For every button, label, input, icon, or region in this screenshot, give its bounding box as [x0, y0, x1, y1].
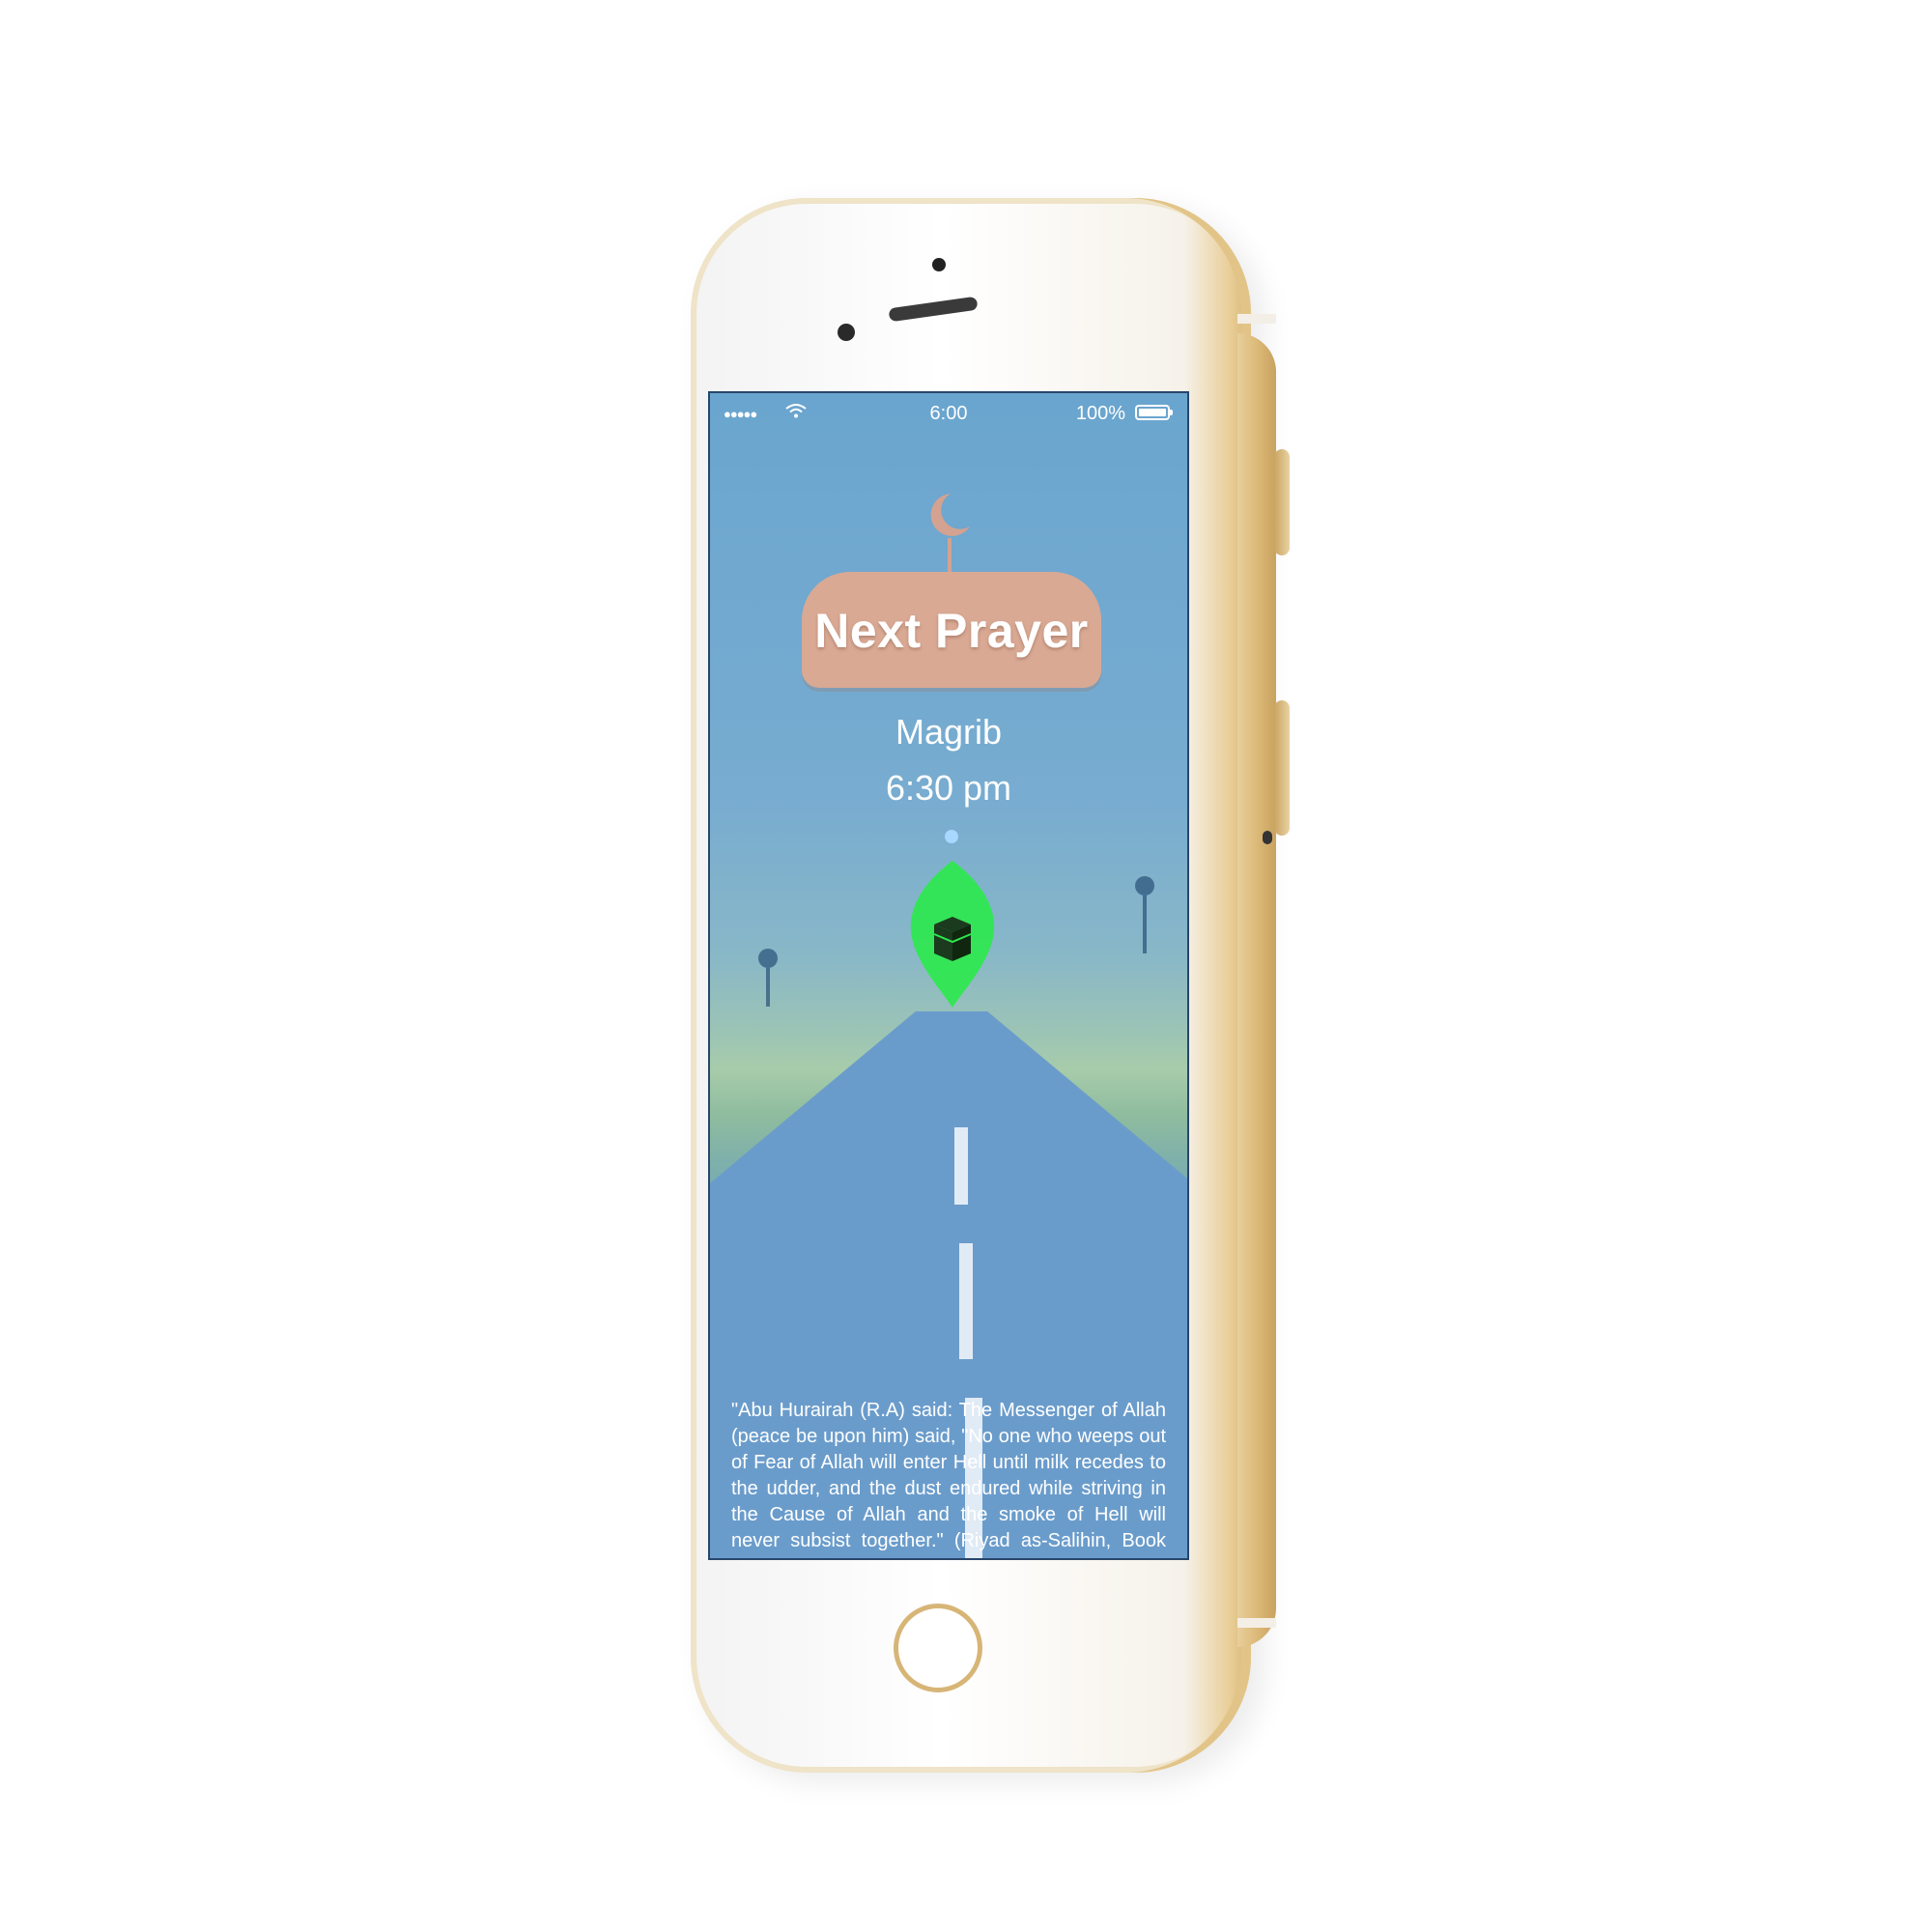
- phone-device: ●●●●● 6:00 100% Next Prayer Magrib 6:30 …: [691, 198, 1290, 1773]
- road-sign: [758, 949, 778, 968]
- road-sign-post: [1143, 895, 1147, 953]
- dome-spire: [948, 538, 952, 577]
- road-sign: [1135, 876, 1154, 895]
- sun-dot: [945, 830, 958, 843]
- road-sign-post: [766, 968, 770, 1007]
- app-screen: ●●●●● 6:00 100% Next Prayer Magrib 6:30 …: [708, 391, 1189, 1560]
- proximity-sensor: [932, 258, 946, 271]
- microphone-hole: [1263, 831, 1272, 844]
- page-title: Next Prayer: [814, 604, 1089, 658]
- home-button[interactable]: [894, 1604, 982, 1692]
- front-camera: [838, 324, 855, 341]
- road-marking: [959, 1243, 973, 1359]
- hadith-text: "Abu Hurairah (R.A) said: The Messenger …: [731, 1400, 1166, 1558]
- earpiece-speaker: [888, 296, 979, 323]
- next-prayer-dome: Next Prayer: [802, 572, 1101, 688]
- road-marking: [954, 1127, 968, 1205]
- battery-percent: 100%: [1075, 403, 1125, 424]
- kaaba-pin-icon[interactable]: [899, 857, 1006, 1011]
- prayer-name: Magrib: [895, 712, 1003, 752]
- side-button[interactable]: [1274, 700, 1290, 836]
- antenna-band: [1237, 314, 1276, 324]
- battery-icon: [1135, 405, 1173, 420]
- power-button[interactable]: [1274, 449, 1290, 555]
- status-bar: ●●●●● 6:00 100%: [710, 393, 1187, 432]
- battery-level: [1139, 409, 1166, 416]
- phone-side-frame: [1237, 333, 1276, 1647]
- antenna-band: [1237, 1618, 1276, 1628]
- prayer-time: 6:30 pm: [885, 768, 1012, 808]
